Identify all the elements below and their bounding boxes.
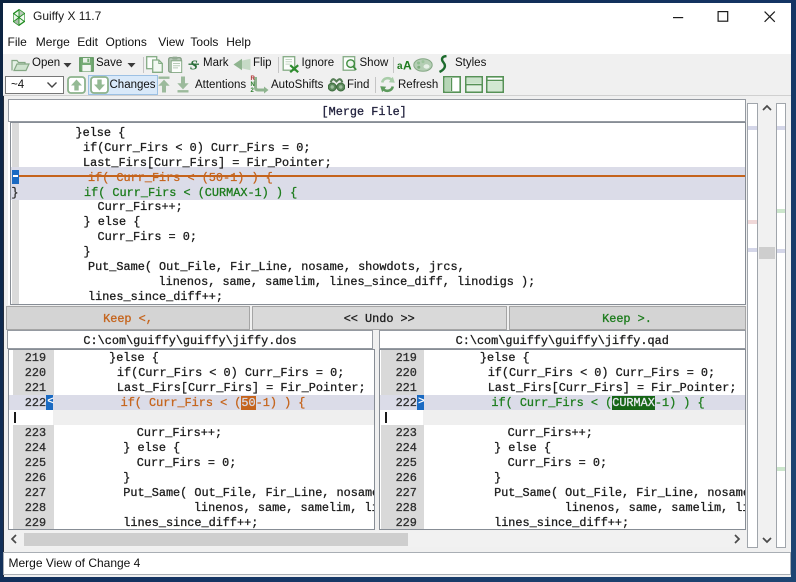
svg-text:2: 2 [251,88,255,94]
svg-text:A: A [403,59,412,73]
svg-text:S: S [190,59,198,73]
